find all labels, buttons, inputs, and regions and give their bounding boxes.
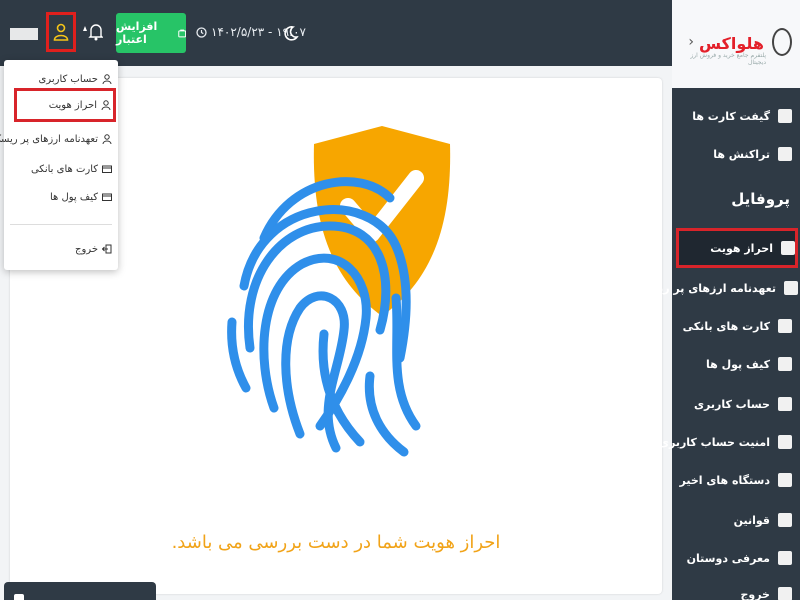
dropdown-item-wallets[interactable]: کیف پول ها — [10, 186, 112, 208]
dropdown-item-label: احراز هویت — [48, 99, 97, 111]
logo-icon — [772, 28, 792, 56]
dropdown-item-label: کیف پول ها — [49, 191, 98, 203]
top-bar: افزایش اعتبار ۱۴۰۲/۵/۲۳ - ۱۹:۰۷ — [0, 0, 672, 66]
user-icon — [53, 23, 69, 41]
increase-credit-button[interactable]: افزایش اعتبار — [116, 13, 186, 53]
logout-icon — [102, 244, 112, 254]
shield-icon — [778, 435, 792, 449]
user-icon — [778, 397, 792, 411]
dropdown-item-label: حساب کاربری — [38, 73, 98, 85]
dropdown-item-label: خروج — [75, 243, 98, 255]
dark-mode-toggle[interactable] — [280, 22, 302, 44]
sidebar-item-label: خروج — [740, 587, 770, 600]
sidebar-item-identity[interactable]: احراز هویت — [676, 228, 798, 268]
sidebar-item-label: قوانین — [733, 513, 770, 527]
identity-status-message: احراز هویت شما در دست بررسی می باشد. — [171, 532, 501, 553]
user-menu-button[interactable] — [46, 12, 76, 52]
sidebar-item-transactions[interactable]: تراکنش ها — [678, 140, 792, 168]
user-dropdown-menu: حساب کاربری احراز هویت تعهدنامه ارزهای پ… — [0, 60, 118, 270]
chevron-left-icon: ‹ — [688, 34, 694, 50]
gift-card-icon — [778, 109, 792, 123]
clock-icon — [196, 26, 207, 38]
bottom-panel-tab[interactable] — [4, 582, 156, 600]
logout-icon — [778, 587, 792, 600]
sidebar-item-label: معرفی دوستان — [686, 551, 770, 565]
sidebar-item-account[interactable]: حساب کاربری — [678, 390, 792, 418]
logo-text: هلواکس — [698, 34, 764, 53]
bell-icon — [83, 24, 103, 41]
sidebar-item-recent-devices[interactable]: دستگاه های اخیر — [678, 466, 792, 494]
dropdown-item-label: تعهدنامه ارزهای پر ریسک — [0, 133, 98, 145]
collapse-sidebar-button[interactable]: ‹ — [680, 34, 694, 50]
dropdown-item-bank-cards[interactable]: کارت های بانکی — [10, 158, 112, 180]
bank-card-icon — [778, 319, 792, 333]
sidebar-item-risk-agreement[interactable]: تعهدنامه ارزهای پر ریسک — [637, 274, 798, 302]
sidebar-item-logout[interactable]: خروج — [678, 580, 792, 600]
sidebar: هلواکس پلتفرم جامع خرید و فروش ارز دیجیت… — [637, 0, 800, 600]
logo-tagline: پلتفرم جامع خرید و فروش ارز دیجیتال — [690, 52, 766, 66]
moon-icon — [284, 26, 299, 41]
identity-verification-illustration — [227, 126, 451, 457]
risk-icon — [784, 281, 798, 295]
sidebar-item-label: حساب کاربری — [693, 397, 770, 411]
wallet-icon — [778, 357, 792, 371]
user-name[interactable] — [10, 28, 44, 40]
sidebar-item-wallets[interactable]: کیف پول ها — [678, 350, 792, 378]
sidebar-item-label: تعهدنامه ارزهای پر ریسک — [636, 281, 776, 295]
user-icon — [102, 74, 112, 84]
sidebar-item-rules[interactable]: قوانین — [678, 506, 792, 534]
sidebar-item-label: گیفت کارت ها — [692, 109, 770, 123]
referral-icon — [778, 551, 792, 565]
notifications-button[interactable] — [78, 20, 106, 44]
dropdown-item-logout[interactable]: خروج — [10, 238, 112, 260]
sidebar-item-label: تراکنش ها — [713, 147, 770, 161]
sidebar-item-label: کارت های بانکی — [682, 319, 770, 333]
sidebar-item-label: امنیت حساب کاربری — [658, 435, 770, 449]
identity-icon — [781, 241, 795, 255]
sidebar-item-account-security[interactable]: امنیت حساب کاربری — [659, 428, 792, 456]
increase-credit-label: افزایش اعتبار — [116, 20, 158, 46]
dropdown-item-label: کارت های بانکی — [30, 163, 98, 175]
dropdown-item-account[interactable]: حساب کاربری — [10, 68, 112, 90]
sidebar-item-label: کیف پول ها — [706, 357, 770, 371]
rules-icon — [778, 513, 792, 527]
dropdown-item-identity[interactable]: احراز هویت — [14, 88, 116, 122]
sidebar-item-gift-cards[interactable]: گیفت کارت ها — [678, 102, 792, 130]
device-icon — [778, 473, 792, 487]
sidebar-item-referral[interactable]: معرفی دوستان — [678, 544, 792, 572]
sidebar-item-bank-cards[interactable]: کارت های بانکی — [678, 312, 792, 340]
sidebar-header: هلواکس پلتفرم جامع خرید و فروش ارز دیجیت… — [672, 0, 800, 88]
user-icon — [102, 134, 112, 144]
sidebar-item-label: احراز هویت — [710, 241, 773, 255]
user-icon — [101, 100, 111, 110]
sidebar-item-label: دستگاه های اخیر — [679, 473, 770, 487]
wallet-icon — [102, 193, 112, 201]
wallet-plus-icon — [177, 29, 186, 37]
card-icon — [102, 165, 112, 173]
dropdown-divider — [10, 224, 112, 225]
transactions-icon — [778, 147, 792, 161]
sidebar-section-profile: پروفایل — [731, 190, 790, 208]
dropdown-item-risk-agreement[interactable]: تعهدنامه ارزهای پر ریسک — [0, 128, 112, 150]
